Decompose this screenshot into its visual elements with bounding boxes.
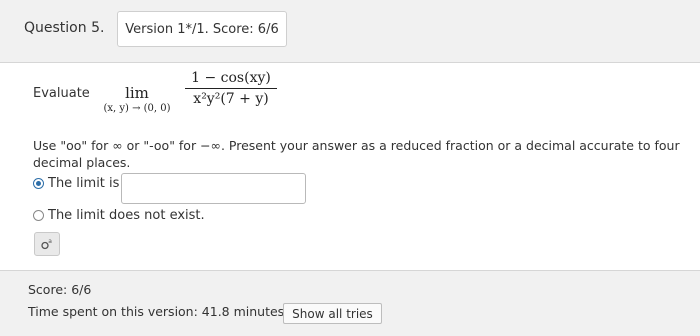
show-all-tries-button[interactable]: Show all tries [283,303,382,324]
instructions-text: Use "oo" for ∞ or "-oo" for −∞. Present … [33,138,680,170]
question-label: Question 5. [24,20,105,36]
evaluate-label: Evaluate [33,86,90,101]
version-score-box: Version 1*/1. Score: 6/6 [117,11,287,47]
option-limit-is-label: The limit is [48,176,120,191]
lim-subscript: (x, y) → (0, 0) [103,103,171,114]
math-preview-icon: a [41,238,52,250]
radio-limit-is[interactable] [33,178,44,189]
fraction-denominator: x²y²(7 + y) [193,91,269,107]
svg-text:a: a [48,238,52,245]
question-header: Question 5. Version 1*/1. Score: 6/6 [0,0,700,63]
lim-word: lim [125,84,149,102]
time-spent-text: Time spent on this version: 41.8 minutes… [28,304,289,319]
option-limit-is[interactable]: The limit is [33,176,119,191]
option-does-not-exist-label: The limit does not exist. [48,208,205,223]
limit-answer-input[interactable] [121,173,306,204]
footer-score: Score: 6/6 [28,282,92,297]
option-does-not-exist[interactable]: The limit does not exist. [33,208,205,223]
fraction-numerator: 1 − cos(xy) [191,70,271,86]
math-preview-button[interactable]: a [34,232,60,256]
limit-fraction: 1 − cos(xy) x²y²(7 + y) [183,70,279,107]
radio-does-not-exist[interactable] [33,210,44,221]
limit-operator: lim (x, y) → (0, 0) [97,84,177,114]
